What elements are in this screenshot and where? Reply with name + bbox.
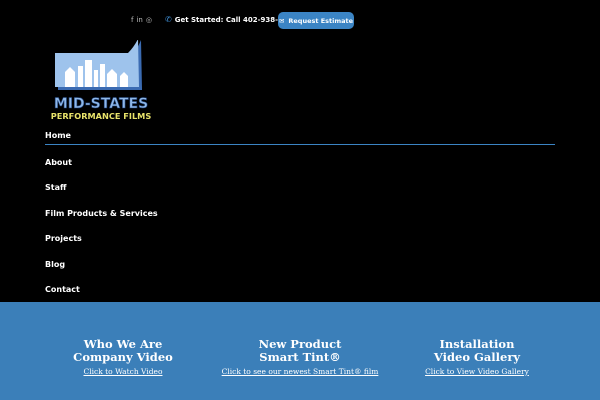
facebook-icon[interactable]: f xyxy=(131,17,133,24)
feature-band: Who We Are Company Video Click to Watch … xyxy=(0,302,600,400)
phone-icon: ✆ xyxy=(165,15,172,24)
logo-line-2: PERFORMANCE FILMS xyxy=(51,111,152,121)
feature-title-line-2: Video Gallery xyxy=(433,350,521,364)
nav-projects[interactable]: Projects xyxy=(45,231,555,257)
linkedin-icon[interactable]: in xyxy=(136,17,142,24)
nav-film-products[interactable]: Film Products & Services xyxy=(45,206,555,232)
request-estimate-label: Request Estimate xyxy=(288,16,354,25)
feature-title-line-2: Smart Tint® xyxy=(259,350,341,364)
instagram-icon[interactable]: ◎ xyxy=(146,17,152,24)
feature-title-line-2: Company Video xyxy=(73,350,173,364)
video-gallery-link[interactable]: Click to View Video Gallery xyxy=(377,367,577,376)
nav-staff[interactable]: Staff xyxy=(45,180,555,206)
smart-tint-link[interactable]: Click to see our newest Smart Tint® film xyxy=(200,367,400,376)
watch-video-link[interactable]: Click to Watch Video xyxy=(23,367,223,376)
social-links: f in ◎ xyxy=(131,17,152,24)
request-estimate-button[interactable]: ✉ Request Estimate xyxy=(278,12,354,29)
skyline-icon xyxy=(55,40,142,90)
nav-about[interactable]: About xyxy=(45,155,555,181)
envelope-icon: ✉ xyxy=(278,16,285,25)
feature-company-video: Who We Are Company Video Click to Watch … xyxy=(23,338,223,377)
main-nav: Home About Staff Film Products & Service… xyxy=(45,128,555,308)
nav-blog[interactable]: Blog xyxy=(45,257,555,283)
company-logo[interactable]: MID-STATES PERFORMANCE FILMS xyxy=(45,40,157,122)
nav-home[interactable]: Home xyxy=(45,128,555,145)
feature-smart-tint: New Product Smart Tint® Click to see our… xyxy=(200,338,400,377)
feature-video-gallery: Installation Video Gallery Click to View… xyxy=(377,338,577,377)
logo-line-1: MID-STATES xyxy=(54,96,148,112)
